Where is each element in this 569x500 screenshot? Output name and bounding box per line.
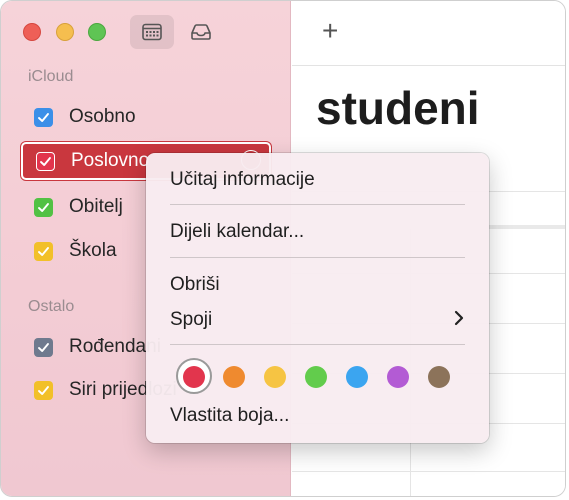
calendar-checkbox[interactable] <box>34 337 53 357</box>
color-swatch-blue[interactable] <box>346 366 368 388</box>
calendar-checkbox[interactable] <box>34 107 53 127</box>
menu-item-delete[interactable]: Obriši <box>170 274 220 296</box>
calendar-checkbox[interactable] <box>34 241 53 261</box>
calendar-window: iCloud Osobno Poslovno Obitelj Škola Ost… <box>0 0 566 497</box>
calendar-name: Poslovno <box>71 150 150 171</box>
calendar-context-menu: Učitaj informacije Dijeli kalendar... Ob… <box>146 153 489 443</box>
close-window-button[interactable] <box>23 23 41 41</box>
zoom-window-button[interactable] <box>88 23 106 41</box>
toolbar-divider <box>292 65 565 66</box>
inbox-button[interactable] <box>179 15 223 49</box>
calendar-checkbox[interactable] <box>34 197 53 217</box>
checkmark-icon <box>38 202 49 212</box>
color-swatch-purple[interactable] <box>387 366 409 388</box>
checkmark-icon <box>38 342 49 352</box>
calendar-item-osobno[interactable]: Osobno <box>21 100 271 134</box>
month-title: studeni <box>316 82 480 134</box>
checkmark-icon <box>38 246 49 256</box>
color-swatch-brown[interactable] <box>428 366 450 388</box>
menu-item-get-info[interactable]: Učitaj informacije <box>170 169 315 191</box>
color-swatch-orange[interactable] <box>223 366 245 388</box>
calendar-name: Osobno <box>69 106 136 127</box>
section-label-icloud: iCloud <box>28 68 74 85</box>
grid-line <box>292 471 565 472</box>
calendar-icon <box>142 23 162 41</box>
color-swatch-green[interactable] <box>305 366 327 388</box>
calendar-checkbox[interactable] <box>34 380 53 400</box>
menu-item-share-calendar[interactable]: Dijeli kalendar... <box>170 221 304 243</box>
menu-separator <box>170 257 465 258</box>
calendar-list-toggle-button[interactable] <box>130 15 174 49</box>
checkmark-icon <box>38 112 49 122</box>
chevron-right-icon <box>454 310 464 326</box>
checkmark-icon <box>38 385 49 395</box>
inbox-tray-icon <box>191 24 211 40</box>
color-swatch-yellow[interactable] <box>264 366 286 388</box>
menu-item-merge[interactable]: Spoji <box>170 309 212 331</box>
checkmark-icon <box>40 156 51 166</box>
calendar-checkbox[interactable] <box>36 151 55 171</box>
menu-separator <box>170 204 465 205</box>
menu-item-custom-color[interactable]: Vlastita boja... <box>170 405 289 427</box>
add-event-button[interactable]: + <box>322 15 338 47</box>
section-label-ostalo: Ostalo <box>28 298 75 315</box>
calendar-name: Obitelj <box>69 196 123 217</box>
menu-separator <box>170 344 465 345</box>
calendar-name: Škola <box>69 240 117 261</box>
minimize-window-button[interactable] <box>56 23 74 41</box>
color-swatch-red[interactable] <box>183 366 205 388</box>
